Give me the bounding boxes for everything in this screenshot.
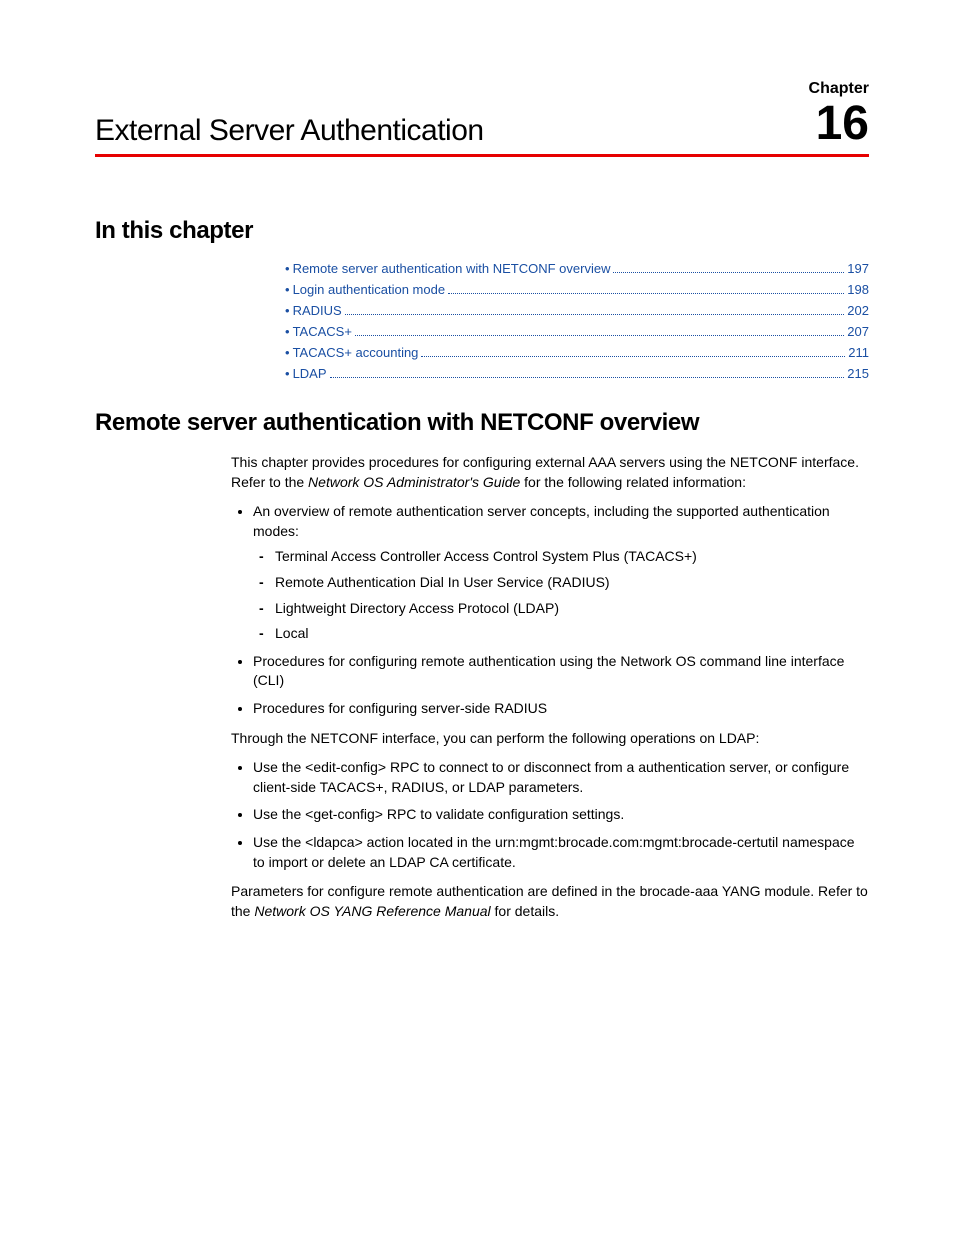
text: An overview of remote authentication ser… xyxy=(253,503,830,539)
toc-item: • RADIUS 202 xyxy=(285,303,869,318)
list-item: Use the <ldapca> action located in the u… xyxy=(253,833,869,872)
toc-page[interactable]: 198 xyxy=(847,282,869,297)
body-content: This chapter provides procedures for con… xyxy=(231,453,869,921)
toc-leader xyxy=(421,346,845,357)
toc-page[interactable]: 211 xyxy=(848,345,869,360)
toc-link[interactable]: TACACS+ accounting xyxy=(293,345,419,360)
toc-leader xyxy=(345,304,845,315)
toc-link[interactable]: TACACS+ xyxy=(293,324,352,339)
toc-leader xyxy=(355,325,844,336)
toc-item: • TACACS+ accounting 211 xyxy=(285,345,869,360)
toc-page[interactable]: 207 xyxy=(847,324,869,339)
toc-item: • Remote server authentication with NETC… xyxy=(285,261,869,276)
toc-leader xyxy=(448,283,844,294)
netconf-ops-list: Use the <edit-config> RPC to connect to … xyxy=(231,758,869,872)
list-item: Use the <edit-config> RPC to connect to … xyxy=(253,758,869,797)
toc-link[interactable]: Remote server authentication with NETCON… xyxy=(293,261,611,276)
bullet-icon: • xyxy=(285,261,290,276)
toc-page[interactable]: 197 xyxy=(847,261,869,276)
header-rule xyxy=(95,154,869,157)
chapter-title: External Server Authentication xyxy=(95,114,484,148)
bullet-icon: • xyxy=(285,303,290,318)
toc-item: • TACACS+ 207 xyxy=(285,324,869,339)
bullet-icon: • xyxy=(285,282,290,297)
toc-page[interactable]: 202 xyxy=(847,303,869,318)
toc-leader xyxy=(613,262,844,273)
toc-item: • LDAP 215 xyxy=(285,366,869,381)
intro-paragraph: This chapter provides procedures for con… xyxy=(231,453,869,492)
closing-paragraph: Parameters for configure remote authenti… xyxy=(231,882,869,921)
toc-link[interactable]: LDAP xyxy=(293,366,327,381)
chapter-number: 16 xyxy=(816,100,869,148)
heading-in-this-chapter: In this chapter xyxy=(95,217,869,245)
book-title: Network OS YANG Reference Manual xyxy=(254,903,490,919)
bullet-icon: • xyxy=(285,324,290,339)
list-item: Procedures for configuring remote authen… xyxy=(253,652,869,691)
text: for the following related information: xyxy=(520,474,746,490)
table-of-contents: • Remote server authentication with NETC… xyxy=(285,261,869,381)
toc-link[interactable]: Login authentication mode xyxy=(293,282,446,297)
netconf-intro: Through the NETCONF interface, you can p… xyxy=(231,729,869,749)
book-title: Network OS Administrator's Guide xyxy=(308,474,520,490)
toc-link[interactable]: RADIUS xyxy=(293,303,342,318)
chapter-label: Chapter xyxy=(95,80,869,98)
toc-leader xyxy=(330,367,845,378)
heading-remote-overview: Remote server authentication with NETCON… xyxy=(95,409,869,437)
list-item: Procedures for configuring server-side R… xyxy=(253,699,869,719)
toc-item: • Login authentication mode 198 xyxy=(285,282,869,297)
list-item: Use the <get-config> RPC to validate con… xyxy=(253,805,869,825)
chapter-header: External Server Authentication 16 xyxy=(95,100,869,148)
bullet-icon: • xyxy=(285,366,290,381)
list-item: An overview of remote authentication ser… xyxy=(253,502,869,644)
related-info-list: An overview of remote authentication ser… xyxy=(231,502,869,718)
list-item: Terminal Access Controller Access Contro… xyxy=(275,547,869,567)
document-page: Chapter External Server Authentication 1… xyxy=(0,0,954,1235)
list-item: Lightweight Directory Access Protocol (L… xyxy=(275,599,869,619)
list-item: Local xyxy=(275,624,869,644)
bullet-icon: • xyxy=(285,345,290,360)
text: for details. xyxy=(491,903,559,919)
toc-page[interactable]: 215 xyxy=(847,366,869,381)
auth-modes-list: Terminal Access Controller Access Contro… xyxy=(253,547,869,643)
list-item: Remote Authentication Dial In User Servi… xyxy=(275,573,869,593)
